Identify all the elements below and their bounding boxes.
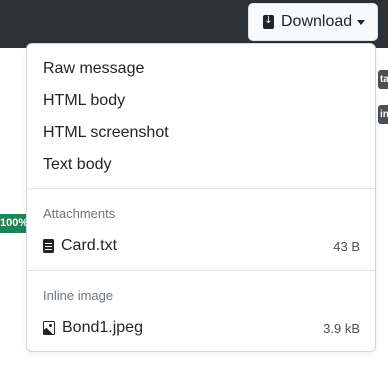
download-button[interactable]: Download xyxy=(248,3,378,41)
background-tab[interactable]: ta xyxy=(378,70,388,89)
attachment-item-card-txt[interactable]: Card.txt 43 B xyxy=(27,230,375,262)
menu-divider xyxy=(27,188,375,189)
download-button-label: Download xyxy=(281,13,353,30)
menu-divider xyxy=(27,270,375,271)
caret-down-icon xyxy=(357,19,366,25)
inline-image-size: 3.9 kB xyxy=(323,320,360,336)
menu-item-raw-message[interactable]: Raw message xyxy=(27,53,375,85)
inline-image-header: Inline image xyxy=(43,288,114,303)
inline-image-item-bond1-jpeg[interactable]: Bond1.jpeg 3.9 kB xyxy=(27,312,375,344)
menu-item-html-body[interactable]: HTML body xyxy=(27,85,375,117)
progress-badge: 100% xyxy=(0,214,28,233)
background-tab[interactable]: in xyxy=(378,105,388,124)
attachments-header: Attachments xyxy=(43,206,116,221)
menu-item-html-screenshot[interactable]: HTML screenshot xyxy=(27,117,375,149)
inline-image-name: Bond1.jpeg xyxy=(62,319,143,336)
attachment-name: Card.txt xyxy=(61,237,118,254)
download-icon xyxy=(263,14,274,29)
download-dropdown-menu: Raw message HTML body HTML screenshot Te… xyxy=(26,43,376,352)
attachment-size: 43 B xyxy=(333,238,360,254)
menu-item-text-body[interactable]: Text body xyxy=(27,149,375,181)
file-image-icon xyxy=(43,321,55,335)
file-text-icon xyxy=(43,239,54,253)
